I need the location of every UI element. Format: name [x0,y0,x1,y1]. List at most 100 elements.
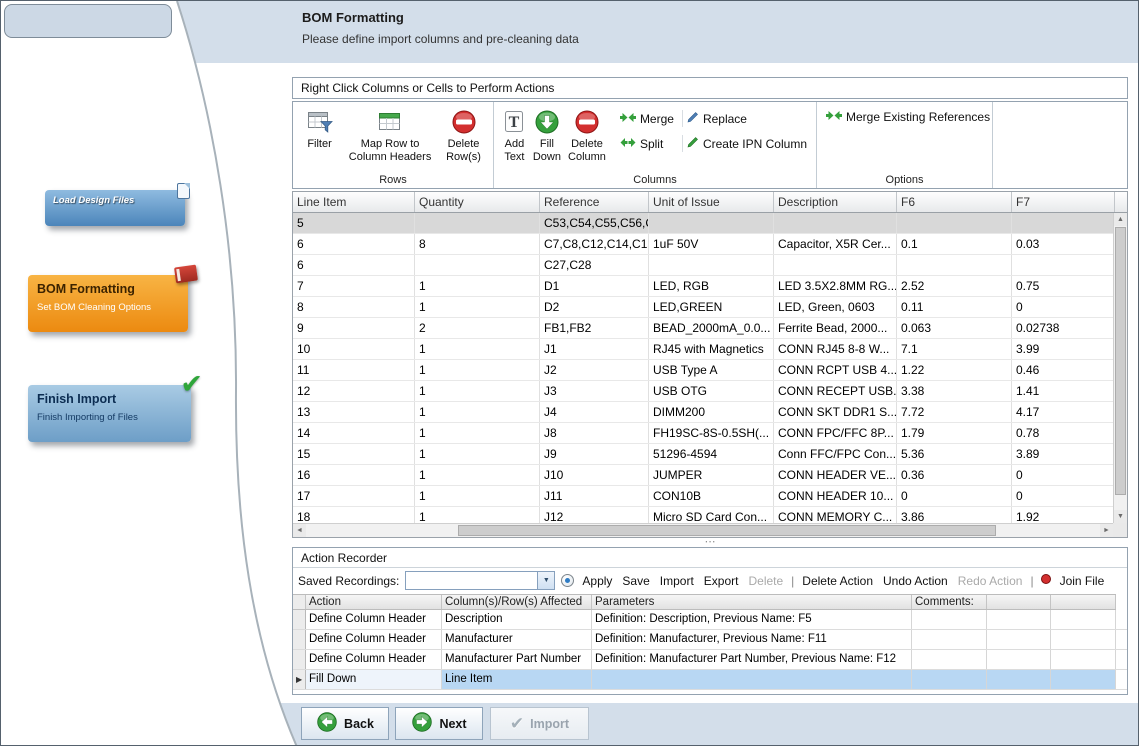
bom-cell[interactable]: CONN SKT DDR1 S... [774,402,897,422]
bom-cell[interactable] [415,213,540,233]
delete-rows-button[interactable]: Delete Row(s) [439,106,488,165]
bom-row[interactable]: 111J2USB Type ACONN RCPT USB 4...1.220.4… [293,360,1115,381]
bom-cell[interactable]: 13 [293,402,415,422]
next-button[interactable]: Next [395,707,483,740]
bom-cell[interactable]: J11 [540,486,649,506]
recorder-column-header[interactable]: Action [306,595,442,609]
bom-cell[interactable]: 1uF 50V [649,234,774,254]
bom-row[interactable]: 5 C53,C54,C55,C56,C... [293,213,1115,234]
bom-cell[interactable]: 8 [415,234,540,254]
bom-cell[interactable]: 0.78 [1012,423,1115,443]
vertical-scrollbar[interactable]: ▲ ▼ [1113,213,1127,523]
bom-cell[interactable]: 5.36 [897,444,1012,464]
bom-cell[interactable]: C53,C54,C55,C56,C... [540,213,649,233]
bom-cell[interactable]: USB Type A [649,360,774,380]
bom-cell[interactable]: 0.46 [1012,360,1115,380]
bom-cell[interactable]: 6 [293,255,415,275]
bom-cell[interactable]: 1.79 [897,423,1012,443]
bom-row[interactable]: 101J1RJ45 with MagneticsCONN RJ45 8-8 W.… [293,339,1115,360]
bom-cell[interactable]: FH19SC-8S-0.5SH(... [649,423,774,443]
wizard-step-bom-formatting[interactable]: BOM Formatting Set BOM Cleaning Options [28,275,188,332]
filter-button[interactable]: Filter [298,106,341,153]
bom-cell[interactable]: C7,C8,C12,C14,C15,... [540,234,649,254]
bom-cell[interactable] [774,255,897,275]
bom-column-header[interactable]: Unit of Issue [649,192,774,212]
recorder-cell[interactable]: Definition: Manufacturer, Previous Name:… [592,630,912,649]
bom-cell[interactable]: 1 [415,381,540,401]
bom-row[interactable]: 121J3USB OTGCONN RECEPT USB...3.381.41 [293,381,1115,402]
bom-cell[interactable]: 2.52 [897,276,1012,296]
bom-cell[interactable]: 1.41 [1012,381,1115,401]
bom-cell[interactable] [897,213,1012,233]
wizard-step-finish-import[interactable]: Finish Import Finish Importing of Files … [28,385,191,442]
bom-cell[interactable]: D1 [540,276,649,296]
save-button[interactable]: Save [620,574,651,588]
bom-cell[interactable]: CONN RECEPT USB... [774,381,897,401]
merge-existing-references-button[interactable]: Merge Existing References [822,109,994,125]
bom-cell[interactable]: 0 [1012,297,1115,317]
bom-cell[interactable]: 7 [293,276,415,296]
horizontal-scrollbar[interactable]: ◄ ► [293,523,1113,537]
recorder-row[interactable]: Define Column HeaderManufacturer Part Nu… [293,650,1127,670]
bom-column-header[interactable]: F7 [1012,192,1115,212]
bom-cell[interactable]: J3 [540,381,649,401]
bom-cell[interactable]: C27,C28 [540,255,649,275]
scroll-right-arrow-icon[interactable]: ► [1100,524,1113,537]
delete-action-button[interactable]: Delete Action [800,574,875,588]
bom-column-header[interactable]: F6 [897,192,1012,212]
join-file-button[interactable]: Join File [1058,574,1107,588]
bom-cell[interactable]: CONN HEADER VE... [774,465,897,485]
fill-down-button[interactable]: Fill Down [530,106,564,165]
export-button[interactable]: Export [702,574,741,588]
scroll-up-arrow-icon[interactable]: ▲ [1114,213,1127,226]
recorder-cell[interactable] [987,630,1051,649]
bom-cell[interactable]: LED 3.5X2.8MM RG... [774,276,897,296]
bom-cell[interactable]: 1 [415,402,540,422]
bom-cell[interactable]: LED, RGB [649,276,774,296]
recorder-cell[interactable] [987,650,1051,669]
recorder-cell[interactable] [912,650,987,669]
bom-row[interactable]: 81D2LED,GREENLED, Green, 06030.110 [293,297,1115,318]
bom-cell[interactable]: 6 [293,234,415,254]
back-button[interactable]: Back [301,707,389,740]
bom-cell[interactable]: 1 [415,360,540,380]
bom-cell[interactable]: 3.89 [1012,444,1115,464]
bom-cell[interactable]: 11 [293,360,415,380]
bom-cell[interactable]: 14 [293,423,415,443]
bom-cell[interactable]: CONN RCPT USB 4... [774,360,897,380]
recorder-cell[interactable]: Definition: Manufacturer Part Number, Pr… [592,650,912,669]
bom-cell[interactable]: 1 [415,297,540,317]
bom-column-header[interactable]: Line Item [293,192,415,212]
recorder-cell[interactable]: Description [442,610,592,629]
bom-cell[interactable]: RJ45 with Magnetics [649,339,774,359]
recorder-cell[interactable] [1051,610,1116,629]
bom-cell[interactable]: 3.99 [1012,339,1115,359]
merge-button[interactable]: Merge [616,110,678,127]
bom-cell[interactable]: J9 [540,444,649,464]
bom-row[interactable]: 131J4DIMM200CONN SKT DDR1 S...7.724.17 [293,402,1115,423]
recorder-cell[interactable]: Define Column Header [306,650,442,669]
recorder-cell[interactable]: Definition: Description, Previous Name: … [592,610,912,629]
bom-cell[interactable]: 0 [897,486,1012,506]
bom-cell[interactable]: 0.063 [897,318,1012,338]
add-text-button[interactable]: T Add Text [499,106,530,165]
recorder-cell[interactable]: Fill Down [306,670,442,689]
bom-cell[interactable]: 5 [293,213,415,233]
bom-cell[interactable]: 12 [293,381,415,401]
apply-radio[interactable] [561,574,574,587]
bom-cell[interactable]: 17 [293,486,415,506]
bom-cell[interactable]: 0.03 [1012,234,1115,254]
bom-cell[interactable]: 16 [293,465,415,485]
recorder-column-header[interactable]: Comments: [912,595,987,609]
map-row-to-column-headers-button[interactable]: Map Row to Column Headers [341,106,439,165]
bom-cell[interactable]: Conn FFC/FPC Con... [774,444,897,464]
vertical-scroll-thumb[interactable] [1115,227,1126,495]
import-recording-button[interactable]: Import [658,574,696,588]
recorder-cell[interactable]: Line Item [442,670,592,689]
recorder-cell[interactable]: Define Column Header [306,610,442,629]
bom-cell[interactable]: 1 [415,423,540,443]
bom-cell[interactable]: 1 [415,339,540,359]
bom-cell[interactable]: CONN HEADER 10... [774,486,897,506]
recorder-cell[interactable] [987,670,1051,689]
bom-cell[interactable]: 4.17 [1012,402,1115,422]
